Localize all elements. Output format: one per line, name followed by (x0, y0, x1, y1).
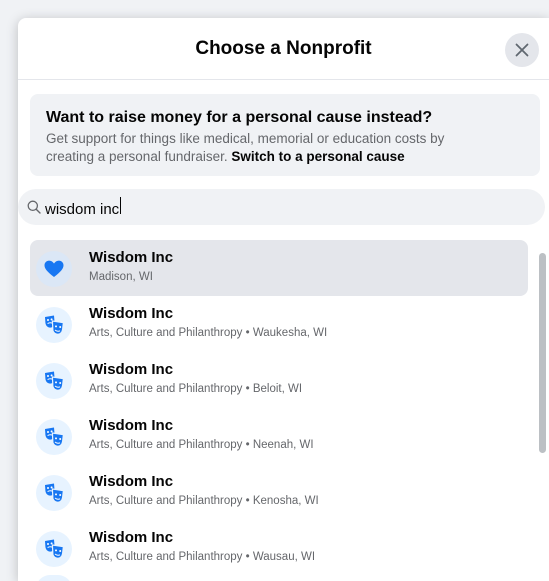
heart-icon (36, 251, 72, 287)
dialog-title: Choose a Nonprofit (195, 38, 372, 59)
nonprofit-result-row[interactable]: Wisdom Inc Arts, Culture and Philanthropy… (30, 296, 528, 352)
theater-masks-icon (36, 475, 72, 511)
theater-masks-icon (36, 531, 72, 567)
banner-title: Want to raise money for a personal cause… (46, 109, 433, 126)
search-input[interactable]: wisdom inc (45, 196, 485, 218)
dialog-header: Choose a Nonprofit (18, 18, 549, 80)
theater-masks-icon (36, 419, 72, 455)
switch-personal-cause-link[interactable]: Switch to a personal cause (231, 149, 404, 164)
nonprofit-result-row[interactable]: Wisdom Inc Arts, Culture and Philanthropy… (30, 464, 528, 520)
result-name: Wisdom Inc (89, 417, 174, 434)
banner-body: Get support for things like medical, mem… (46, 130, 524, 166)
nonprofit-result-row[interactable]: Wisdom Inc Madison, WI (30, 240, 528, 296)
nonprofit-results-list: Wisdom Inc Madison, WI Wisdom Inc Arts, Cul… (30, 240, 528, 581)
theater-masks-icon (36, 363, 72, 399)
banner-body-line2: creating a personal fundraiser. (46, 149, 232, 164)
result-subtitle: Madison, WI (89, 271, 153, 283)
result-name: Wisdom Inc (89, 249, 174, 266)
result-subtitle: Arts, Culture and Philanthropy • Wausau,… (89, 551, 316, 563)
nonprofit-result-row[interactable]: Wisdom Inc Arts, Culture and Philanthropy… (30, 352, 528, 408)
banner-body-line1: Get support for things like medical, mem… (46, 131, 445, 146)
result-subtitle: Arts, Culture and Philanthropy • Kenosha… (89, 495, 319, 507)
result-subtitle: Arts, Culture and Philanthropy • Waukesh… (89, 327, 328, 339)
text-caret (120, 196, 122, 214)
result-name: Wisdom Inc (89, 473, 174, 490)
nonprofit-result-row[interactable]: Wisdom Inc Arts, Culture and Philanthropy… (30, 520, 528, 576)
results-scrollbar[interactable] (539, 253, 546, 453)
close-button[interactable] (505, 33, 539, 67)
theater-masks-icon (36, 307, 72, 343)
result-subtitle: Arts, Culture and Philanthropy • Neenah,… (89, 439, 314, 451)
search-icon (26, 199, 42, 215)
result-name: Wisdom Inc (89, 529, 174, 546)
result-name: Wisdom Inc (89, 305, 174, 322)
personal-cause-banner: Want to raise money for a personal cause… (30, 94, 540, 176)
result-name: Wisdom Inc (89, 361, 174, 378)
close-icon (515, 43, 529, 57)
search-input-value: wisdom inc (45, 200, 120, 218)
choose-nonprofit-dialog: Choose a Nonprofit Want to raise money f… (18, 18, 549, 581)
nonprofit-result-row[interactable]: Wisdom Inc Arts, Culture and Philanthropy… (30, 408, 528, 464)
result-subtitle: Arts, Culture and Philanthropy • Beloit,… (89, 383, 303, 395)
search-box[interactable]: wisdom inc (18, 189, 545, 225)
